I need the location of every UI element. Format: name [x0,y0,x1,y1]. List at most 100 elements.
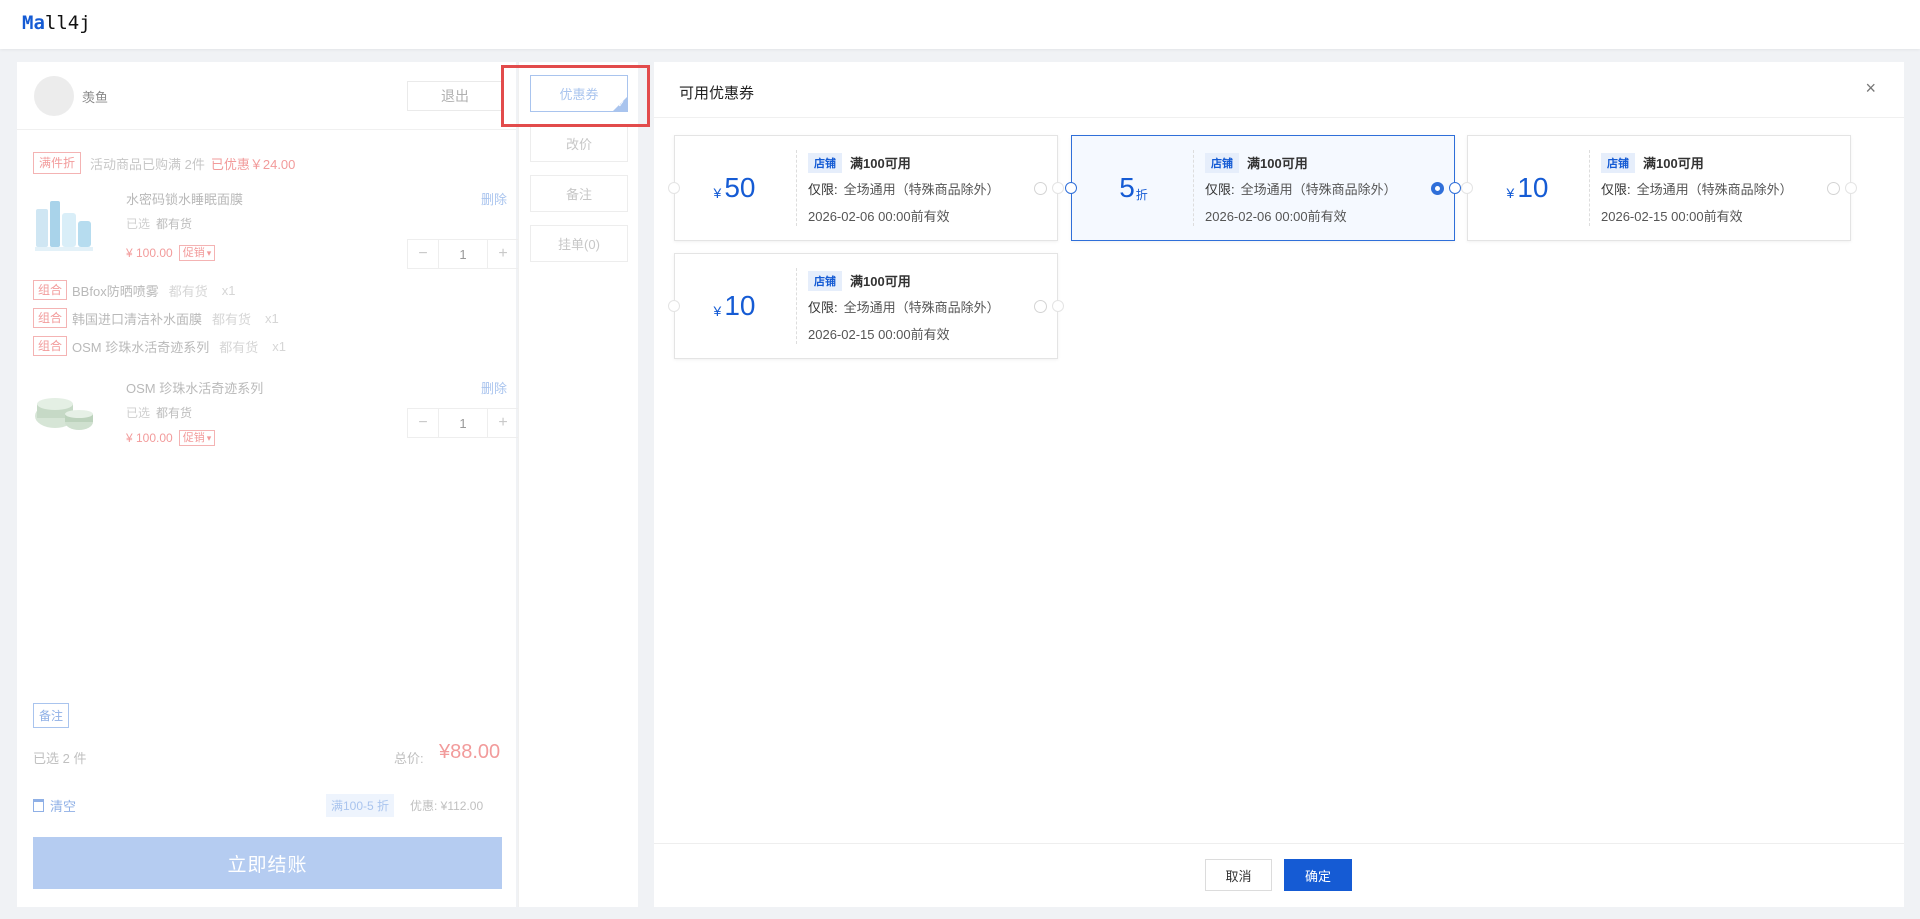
combo-name: 韩国进口清洁补水面膜 [72,311,203,327]
combo-name: OSM 珍珠水活奇迹系列 [72,339,210,355]
scope-label: 仅限: [1601,182,1631,197]
trash-icon [33,799,44,812]
coupon-validity: 2026-02-06 00:00前有效 [808,209,950,224]
close-icon[interactable]: × [1865,78,1876,99]
shop-tag: 店铺 [808,152,842,173]
delete-link[interactable]: 删除 [481,378,507,397]
cancel-button[interactable]: 取消 [1205,859,1272,891]
combo-tag: 组合 [33,280,68,300]
quantity-input[interactable]: 1 [438,240,488,268]
dialog-footer-divider [654,843,1904,844]
cart-item: 水密码锁水睡眠面膜 删除 已选都有货 ¥ 100.00促销 − 1 + [33,187,519,269]
shop-tag: 店铺 [1601,152,1635,173]
promo-summary: 满件折 活动商品已购满 2件 已优惠￥24.00 [33,152,295,174]
product-name: OSM 珍珠水活奇迹系列 [126,381,264,396]
coupon-card[interactable]: ¥10 店铺 满100可用 仅限: 全场通用（特殊商品除外） 2026-02-15 … [1461,135,1857,241]
scope-label: 仅限: [808,300,838,315]
coupon-amount: 5折 [1119,172,1148,203]
confirm-button[interactable]: 确定 [1284,859,1352,891]
product-image [35,398,93,430]
product-price: ¥ 100.00 促销 [126,245,216,261]
product-stock: 已选 都有货 [126,406,193,420]
avatar [34,76,74,116]
app-logo[interactable]: Mall4j [22,12,91,34]
coupon-scope: 全场通用（特殊商品除外） [843,300,1000,315]
discount-amount: 优惠: ¥112.00 [410,799,484,813]
combo-tag: 组合 [33,336,68,356]
decrease-button[interactable]: − [408,240,438,268]
total-value: ¥88.00 [439,741,501,763]
coupon-divider [1193,150,1194,226]
decrease-button[interactable]: − [408,409,438,437]
hold-order-button[interactable]: 挂单(0) [530,225,628,262]
cart-item: OSM 珍珠水活奇迹系列 删除 已选都有货 ¥ 100.00促销 − 1 + [33,378,519,458]
combo-name: BBfox防晒喷雾 [72,283,159,299]
promo-dropdown[interactable]: 促销 [178,245,216,261]
dialog-divider [654,117,1904,118]
combo-item: 组合 韩国进口清洁补水面膜 都有货 x1 [33,307,279,329]
coupon-card[interactable]: ¥10 店铺 满100可用 仅限: 全场通用（特殊商品除外） 2026-02-15 … [668,253,1064,359]
reprice-button[interactable]: 改价 [530,125,628,162]
increase-button[interactable]: + [488,409,518,437]
coupon-divider [1589,150,1590,226]
quantity-stepper: − 1 + [407,239,519,269]
combo-item: 组合 BBfox防晒喷雾 都有货 x1 [33,279,235,301]
logout-button[interactable]: 退出 [407,81,503,111]
product-stock: 已选 都有货 [126,217,193,231]
ticket-notch [1052,182,1064,194]
ticket-notch [1845,182,1857,194]
scope-label: 仅限: [808,182,838,197]
coupon-radio[interactable] [1034,182,1047,195]
coupon-dialog: 可用优惠券 × ¥50 店铺 满100可用 仅限: 全场通用（特殊商品除外） 202… [654,62,1904,907]
clear-cart-button[interactable]: 清空 [33,796,76,815]
coupon-amount: ¥50 [713,172,756,203]
combo-qty: x1 [272,338,286,354]
quantity-stepper: − 1 + [407,408,519,438]
coupon-radio[interactable] [1431,182,1444,195]
product-name: 水密码锁水睡眠面膜 [126,192,244,207]
checkout-button[interactable]: 立即结账 [33,837,502,889]
member-name: 羡鱼 [82,90,109,105]
action-column: 优惠券 ✓ 改价 备注 挂单(0) [518,62,638,907]
combo-stock: 都有货 [219,339,259,355]
cart-panel: 羡鱼 退出 满件折 活动商品已购满 2件 已优惠￥24.00 水密码锁水睡眠面膜… [17,62,519,907]
note-button[interactable]: 备注 [530,175,628,212]
product-price: ¥ 100.00 促销 [126,430,216,446]
selected-count: 已选 2 件 [33,751,87,766]
combo-stock: 都有货 [168,283,208,299]
combo-tag: 组合 [33,308,68,328]
coupon-button[interactable]: 优惠券 ✓ [530,75,628,112]
coupon-radio[interactable] [1827,182,1840,195]
coupon-amount: ¥10 [1506,172,1549,203]
coupon-radio[interactable] [1034,300,1047,313]
coupon-card[interactable]: 5折 店铺 满100可用 仅限: 全场通用（特殊商品除外） 2026-02-06 0… [1065,135,1461,241]
coupon-card[interactable]: ¥50 店铺 满100可用 仅限: 全场通用（特殊商品除外） 2026-02-06 … [668,135,1064,241]
cart-header: 羡鱼 退出 [17,62,516,130]
coupon-validity: 2026-02-15 00:00前有效 [808,327,950,342]
delete-link[interactable]: 删除 [481,189,507,208]
ticket-notch [1052,300,1064,312]
total-label: 总价: [394,751,424,766]
dialog-title: 可用优惠券 [679,85,755,102]
coupon-condition: 满100可用 [850,274,911,289]
combo-qty: x1 [221,282,236,298]
check-icon: ✓ [617,99,625,109]
increase-button[interactable]: + [488,240,518,268]
scope-label: 仅限: [1205,182,1235,197]
ticket-notch [1449,182,1461,194]
coupon-validity: 2026-02-15 00:00前有效 [1601,209,1743,224]
product-image [35,201,93,251]
coupon-info: 店铺 满100可用 仅限: 全场通用（特殊商品除外） 2026-02-15 00:0… [1601,152,1793,225]
coupon-condition: 满100可用 [1643,156,1704,171]
coupon-info: 店铺 满100可用 仅限: 全场通用（特殊商品除外） 2026-02-06 00:0… [1205,152,1397,225]
promo-dropdown[interactable]: 促销 [178,430,216,446]
coupon-divider [796,268,797,344]
quantity-input[interactable]: 1 [438,409,488,437]
discount-tag: 满100-5 折 [326,794,395,817]
shop-tag: 店铺 [1205,152,1239,173]
promo-saved: 已优惠￥24.00 [210,156,296,172]
note-tag[interactable]: 备注 [33,703,70,728]
promo-type-tag: 满件折 [33,152,82,174]
coupon-info: 店铺 满100可用 仅限: 全场通用（特殊商品除外） 2026-02-06 00:0… [808,152,1000,225]
coupon-condition: 满100可用 [1247,156,1308,171]
